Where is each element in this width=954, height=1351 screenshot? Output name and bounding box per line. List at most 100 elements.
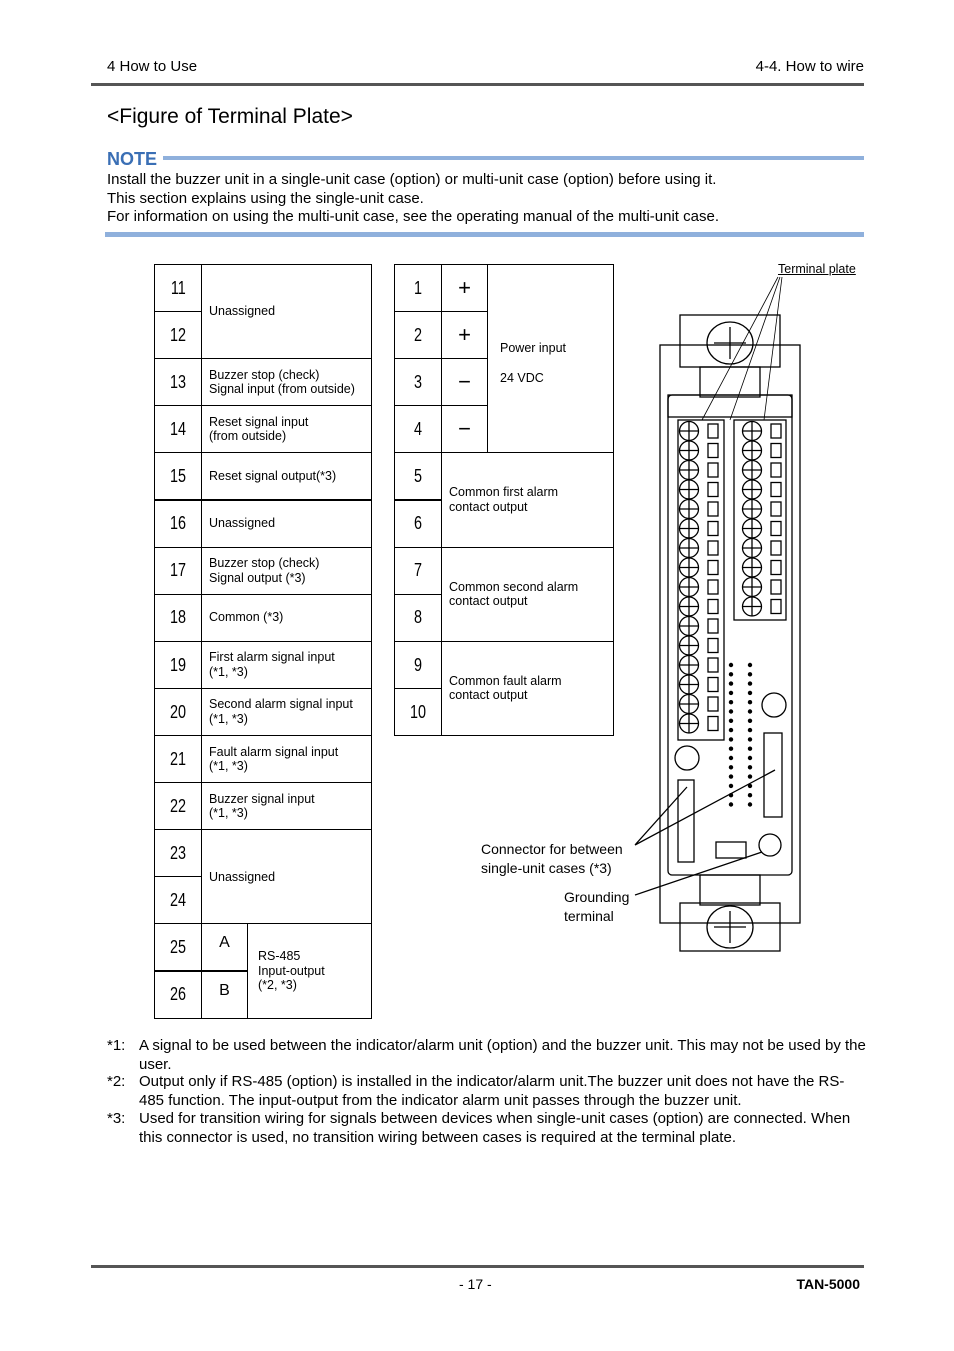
terminal-number-text: 10 — [409, 701, 427, 722]
pin-dot — [747, 802, 753, 807]
terminal-slot — [707, 481, 719, 498]
pin-dot — [728, 765, 734, 770]
terminal-slot — [707, 579, 719, 595]
pin-dots — [728, 662, 753, 807]
terminal-slot — [770, 579, 782, 595]
screw-icon — [761, 692, 787, 718]
footnote-text: Output only if RS-485 (option) is instal… — [139, 1073, 845, 1109]
terminal-slot — [770, 442, 782, 459]
terminal-plate-leader — [701, 276, 783, 421]
terminal-number-text: 24 — [169, 890, 187, 911]
header-section: 4 How to Use — [107, 58, 198, 75]
terminal-number-text: 14 — [169, 419, 187, 440]
terminal-number-text: 23 — [169, 842, 187, 863]
pin-dot — [728, 755, 734, 761]
terminal-slot — [770, 501, 782, 517]
terminal-label: Unassigned — [201, 499, 372, 548]
header-rule — [91, 83, 864, 86]
terminal-slot — [770, 462, 782, 478]
small-connector — [715, 841, 747, 859]
pin-dot — [747, 700, 753, 705]
terminal-number-text: 16 — [169, 513, 187, 534]
terminal-number-text: 17 — [169, 560, 187, 581]
terminal-number: 20 — [154, 687, 202, 736]
power-label: Power input 24 VDC — [487, 264, 614, 454]
terminal-number: 4 — [394, 405, 442, 454]
bottom-screw-cross — [714, 911, 746, 943]
grounding-screw-icon — [758, 833, 782, 857]
pin-dot — [728, 662, 734, 668]
power-text: 24 VDC — [500, 371, 544, 385]
terminal-number: 14 — [154, 405, 202, 454]
terminal-label: Common (*3) — [201, 593, 372, 642]
terminal-number-text: 9 — [413, 654, 422, 675]
pin-dot — [728, 774, 734, 779]
pin-dot — [728, 727, 734, 733]
footnote-mark: *1: — [107, 1037, 126, 1054]
note-line: For information on using the multi-unit … — [107, 208, 719, 225]
pin-dot — [747, 793, 753, 798]
terminal-slot — [707, 715, 719, 732]
polarity-sign: + — [441, 311, 488, 360]
terminal-number: 16 — [154, 499, 202, 548]
terminal-plate-label: Terminal plate — [778, 262, 856, 276]
terminal-number: 15 — [154, 452, 202, 501]
terminal-number: 7 — [394, 546, 442, 595]
terminal-number-text: 21 — [169, 748, 187, 769]
terminal-slot — [707, 598, 719, 615]
terminal-label: Common first alarm contact output — [441, 452, 614, 548]
terminal-slot — [770, 598, 782, 615]
terminal-number-text: 3 — [413, 371, 422, 392]
page: 4 How to Use 4-4. How to wire <Figure of… — [0, 0, 954, 1351]
pin-dot — [747, 662, 753, 668]
document-id: TAN-5000 — [796, 1276, 860, 1292]
pin-dot — [747, 774, 753, 779]
terminal-number: 17 — [154, 546, 202, 595]
terminal-label: Buzzer stop (check) Signal output (*3) — [201, 546, 372, 595]
pin-dot — [747, 727, 753, 733]
pin-dot — [728, 793, 734, 798]
terminal-slot — [707, 657, 719, 673]
terminal-number-text: 19 — [169, 654, 187, 675]
pin-dot — [728, 802, 734, 807]
terminal-slot — [707, 423, 719, 439]
terminal-number-text: 22 — [169, 795, 187, 816]
polarity-sign: − — [441, 358, 488, 407]
pin-dot — [747, 672, 753, 677]
note-bottom-bar — [105, 232, 864, 237]
terminal-slot — [707, 501, 719, 517]
terminal-slot — [707, 696, 719, 712]
terminal-number: 21 — [154, 735, 202, 784]
connector-label: Connector for between single-unit cases … — [481, 841, 623, 876]
terminal-number-text: 26 — [169, 984, 187, 1005]
terminal-number-text: 8 — [413, 607, 422, 628]
pin-dot — [728, 746, 734, 751]
terminal-screws — [678, 420, 782, 734]
footer-rule — [91, 1265, 864, 1268]
terminal-slot — [770, 481, 782, 498]
terminal-number: 19 — [154, 640, 202, 689]
terminal-label: Fault alarm signal input (*1, *3) — [201, 735, 372, 784]
callout-arrows — [634, 769, 776, 896]
terminal-number-text: 18 — [169, 607, 187, 628]
terminal-number: 22 — [154, 782, 202, 831]
terminal-slot — [770, 540, 782, 556]
terminal-slot — [707, 442, 719, 459]
footnote-mark: *3: — [107, 1110, 126, 1127]
pin-dot — [747, 746, 753, 751]
terminal-slot — [707, 676, 719, 693]
terminal-number-text: 13 — [169, 371, 187, 392]
terminal-number-text: 7 — [413, 560, 422, 581]
pin-dot — [747, 690, 753, 696]
case-outline — [659, 344, 801, 924]
terminal-number: 9 — [394, 640, 442, 689]
terminal-label: Unassigned — [201, 829, 372, 925]
power-text: Power input — [500, 341, 567, 355]
terminal-slot — [770, 520, 782, 537]
note-line: This section explains using the single-u… — [107, 189, 424, 207]
pin-dot — [747, 783, 753, 789]
note-bar — [163, 156, 864, 160]
pin-dot — [728, 690, 734, 696]
pin-dot — [728, 700, 734, 705]
rs485-label: RS-485 Input-output (*2, *3) — [247, 923, 372, 1019]
